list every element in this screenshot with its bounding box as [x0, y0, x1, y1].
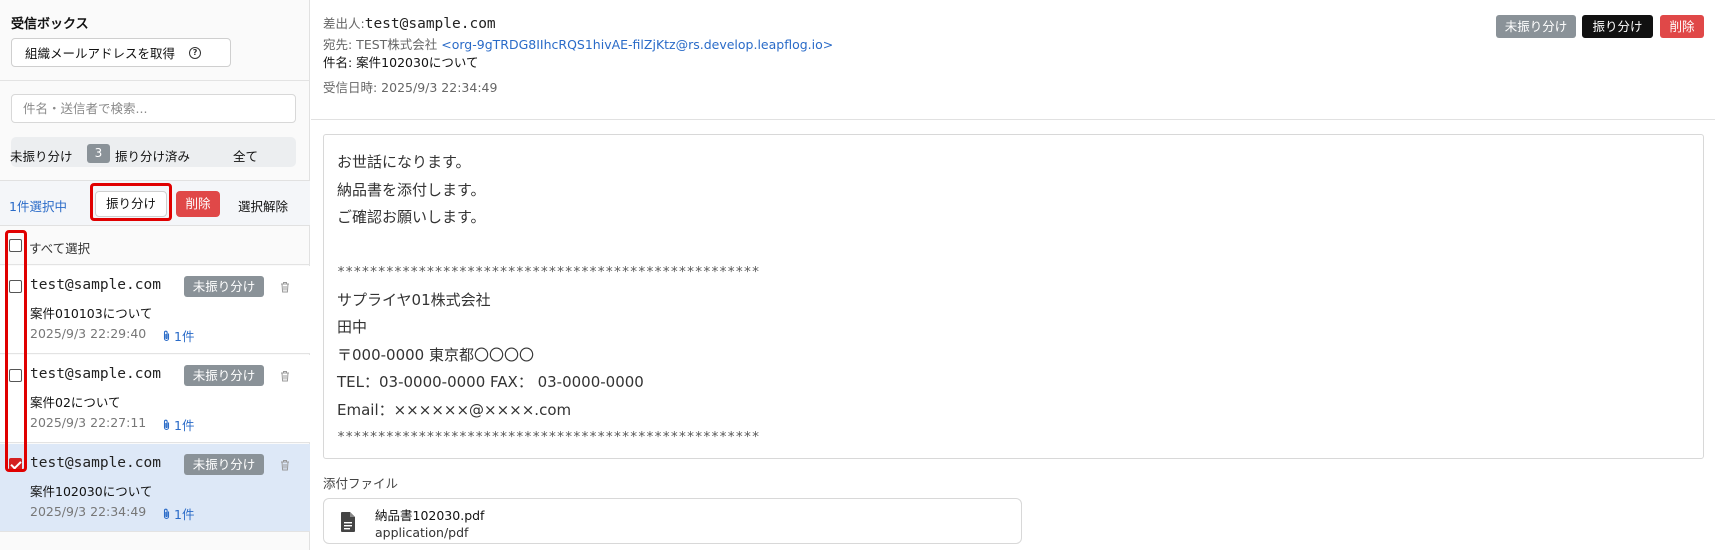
mail-subject: 案件010103について — [30, 306, 153, 321]
sidebar-divider — [0, 80, 310, 81]
attachment-count: 1件 — [162, 326, 194, 345]
attachment-filename: 納品書102030.pdf — [375, 508, 485, 523]
selected-count: 1件選択中 — [9, 199, 67, 214]
org-button-label: 組織メールアドレスを取得 — [25, 46, 176, 61]
body-line: Email：××××××@××××.com — [337, 400, 572, 419]
body-line: TEL：03-0000-0000 FAX： 03-0000-0000 — [337, 373, 644, 391]
mail-date: 2025/9/3 22:29:40 — [30, 326, 147, 341]
from-address: test@sample.com — [364, 16, 496, 32]
trash-icon[interactable] — [280, 370, 290, 382]
bulk-delete-button[interactable]: 削除 — [176, 191, 220, 217]
mail-sender: test@sample.com — [30, 455, 161, 471]
header-from: 差出人:test@sample.com — [323, 13, 496, 32]
body-line: サプライヤ01株式会社 — [337, 290, 491, 309]
to-address-link[interactable]: <org-9gTRDG8IIhcRQS1hivAE-filZjKtz@rs.de… — [441, 37, 833, 52]
tab-all[interactable]: 全て — [233, 146, 258, 165]
tab-assigned[interactable]: 振り分け済み — [115, 146, 190, 165]
help-icon[interactable]: ? — [189, 46, 202, 59]
mail-sender: test@sample.com — [30, 366, 161, 382]
clear-selection-button[interactable]: 選択解除 — [238, 196, 288, 215]
body-line: 〒000-0000 東京都〇〇〇〇 — [337, 345, 534, 364]
mail-sender: test@sample.com — [30, 277, 161, 293]
body-line: 田中 — [337, 318, 368, 336]
select-all-label: すべて選択 — [29, 241, 91, 256]
header-subject: 件名: 案件102030について — [323, 55, 479, 70]
mail-date: 2025/9/3 22:27:11 — [30, 415, 147, 430]
mail-list-item-selected[interactable]: test@sample.com 未振り分け 案件102030について 2025/… — [0, 444, 310, 532]
inbox-sidebar: 受信ボックス 組織メールアドレスを取得 ? 未振り分け 3 振り分け済み 全て … — [0, 0, 310, 550]
tab-unassigned[interactable]: 未振り分け — [10, 146, 73, 165]
mail-date: 2025/9/3 22:34:49 — [30, 504, 147, 519]
paperclip-icon — [163, 330, 170, 341]
paperclip-icon — [163, 419, 170, 430]
sidebar-title: 受信ボックス — [11, 17, 89, 32]
attachments-label: 添付ファイル — [323, 476, 399, 491]
delete-button[interactable]: 削除 — [1660, 15, 1704, 38]
status-badge: 未振り分け — [184, 365, 264, 386]
mail-subject: 案件102030について — [30, 484, 153, 499]
body-line: 納品書を添付します。 — [337, 180, 486, 199]
body-line: ****************************************… — [337, 429, 760, 445]
attachment-count-label: 1件 — [174, 507, 195, 522]
mail-body: お世話になります。 納品書を添付します。 ご確認お願いします。 ********… — [323, 134, 1704, 459]
status-badge: 未振り分け — [184, 276, 264, 297]
header-received-date: 受信日時: 2025/9/3 22:34:49 — [323, 80, 498, 95]
trash-icon[interactable] — [280, 281, 290, 293]
body-line: ****************************************… — [337, 264, 760, 280]
attachment-count-label: 1件 — [174, 329, 195, 344]
attachment-count: 1件 — [162, 415, 194, 434]
file-icon — [341, 512, 355, 532]
filter-tabs: 未振り分け 3 振り分け済み 全て — [10, 137, 296, 167]
unassigned-status-button[interactable]: 未振り分け — [1496, 15, 1576, 38]
status-badge: 未振り分け — [184, 454, 264, 475]
mail-list-item[interactable]: test@sample.com 未振り分け 案件02について 2025/9/3 … — [0, 355, 310, 443]
annotation-highlight-assign — [90, 183, 172, 221]
attachment-mimetype: application/pdf — [375, 525, 469, 540]
mail-list-item[interactable]: test@sample.com 未振り分け 案件010103について 2025/… — [0, 266, 310, 354]
mail-header: 差出人:test@sample.com 宛先: TEST株式会社 <org-9g… — [311, 0, 1715, 120]
trash-icon[interactable] — [280, 459, 290, 471]
unassigned-count-badge: 3 — [87, 144, 110, 163]
body-line — [337, 232, 1690, 260]
to-label: 宛先: TEST株式会社 — [323, 37, 442, 52]
attachment-card[interactable]: 納品書102030.pdf application/pdf — [323, 498, 1022, 544]
annotation-highlight-checkboxes — [5, 230, 27, 472]
attachment-count-label: 1件 — [174, 418, 195, 433]
select-all-row: すべて選択 — [0, 227, 310, 265]
from-label: 差出人: — [323, 16, 365, 31]
paperclip-icon — [163, 508, 170, 519]
mail-subject: 案件02について — [30, 395, 121, 410]
assign-button[interactable]: 振り分け — [1582, 15, 1653, 38]
body-line: お世話になります。 — [337, 153, 471, 171]
mail-detail-pane: 差出人:test@sample.com 宛先: TEST株式会社 <org-9g… — [311, 0, 1715, 550]
header-to: 宛先: TEST株式会社 <org-9gTRDG8IIhcRQS1hivAE-f… — [323, 34, 833, 53]
body-line: ご確認お願いします。 — [337, 208, 486, 226]
search-input[interactable] — [11, 94, 296, 123]
get-org-email-button[interactable]: 組織メールアドレスを取得 ? — [11, 38, 231, 67]
attachment-count: 1件 — [162, 504, 194, 523]
